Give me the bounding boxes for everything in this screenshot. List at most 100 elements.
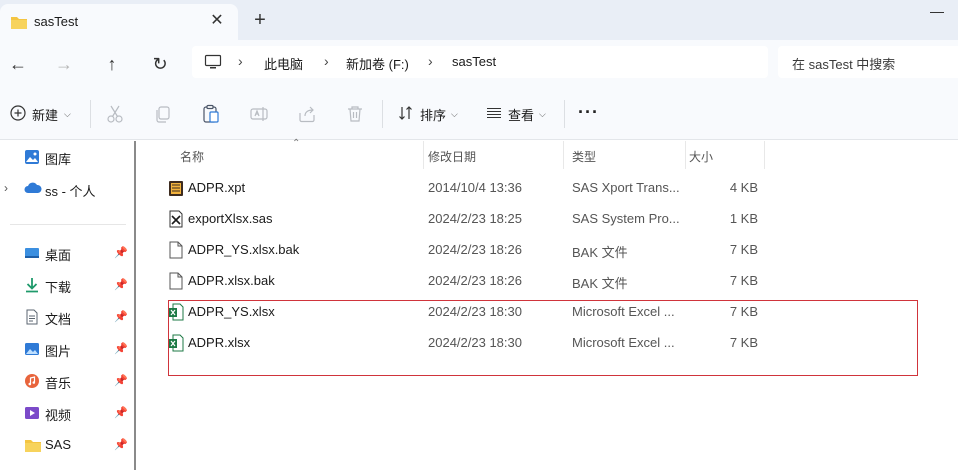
file-row[interactable]: ADPR_YS.xlsx.bak 2024/2/23 18:26 BAK 文件 … [148,234,958,265]
command-bar: 新建 ⌵ 排序 ⌵ 查看 ⌵ ··· [0,88,958,140]
file-type: SAS System Pro... [572,211,680,226]
file-size: 1 KB [729,211,758,226]
file-icon [168,241,184,259]
file-size: 4 KB [729,180,758,195]
new-tab-button[interactable]: + [250,10,270,30]
cut-icon[interactable] [104,103,126,125]
more-options-icon[interactable]: ··· [578,102,599,123]
file-date: 2024/2/23 18:25 [428,211,522,226]
column-header-label: 名称 [180,150,205,164]
sidebar-item-gallery[interactable]: 图库 [0,143,134,171]
file-row[interactable]: ADPR.xlsx.bak 2024/2/23 18:26 BAK 文件 7 K… [148,265,958,296]
tab-sastest[interactable]: sasTest ✕ [0,4,238,40]
copy-icon[interactable] [152,103,174,125]
file-type: BAK 文件 [572,245,628,260]
sidebar-item-label: SAS [45,437,72,452]
pin-icon[interactable]: 📌 [114,310,128,323]
file-date: 2024/2/23 18:26 [428,273,522,288]
file-size: 7 KB [729,242,758,257]
column-header-label: 大小 [689,150,714,164]
sidebar-item-music[interactable]: 音乐 📌 [0,367,134,395]
sidebar-item-label: 音乐 [45,376,72,391]
sas-program-icon [168,210,184,228]
column-header-name[interactable]: 名称 [170,141,424,169]
sidebar-scrollbar[interactable] [134,141,136,470]
sidebar-divider [10,224,126,225]
videos-icon [24,405,40,424]
rename-icon[interactable] [248,103,270,125]
pin-icon[interactable]: 📌 [114,374,128,387]
column-header-date[interactable]: 修改日期 [418,141,564,169]
sidebar-item-documents[interactable]: 文档 📌 [0,303,134,331]
pin-icon[interactable]: 📌 [114,246,128,259]
breadcrumb-drive-f[interactable]: 新加卷 (F:) [346,54,409,73]
sidebar-item-sas[interactable]: SAS 📌 [0,431,134,459]
pin-icon[interactable]: 📌 [114,278,128,291]
chevron-down-icon: ⌵ [64,108,71,119]
sidebar-item-desktop[interactable]: 桌面 📌 [0,239,134,267]
file-row[interactable]: exportXlsx.sas 2024/2/23 18:25 SAS Syste… [148,203,958,234]
search-placeholder: 在 sasTest 中搜索 [792,57,896,72]
navigation-pane: 图库 › ss - 个人 桌面 📌 下载 📌 文档 📌 图片 📌 音乐 📌 视频… [0,141,134,470]
pin-icon[interactable]: 📌 [114,342,128,355]
download-icon [24,277,40,296]
sidebar-item-pictures[interactable]: 图片 📌 [0,335,134,363]
up-arrow-icon[interactable]: ↑ [100,52,124,76]
address-bar[interactable]: › 此电脑 › 新加卷 (F:) › sasTest [192,46,768,78]
tab-strip: sasTest ✕ + [0,0,958,40]
pin-icon[interactable]: 📌 [114,438,128,451]
plus-circle-icon [10,104,26,124]
sidebar-item-label: ss - 个人 [45,184,96,199]
chevron-down-icon: ⌵ [451,108,458,119]
column-header-type[interactable]: 类型 [562,141,686,169]
sidebar-item-label: 图库 [45,152,72,167]
file-icon [168,272,184,290]
breadcrumb-sastest[interactable]: sasTest [452,54,496,69]
file-size: 7 KB [729,273,758,288]
file-name: exportXlsx.sas [188,211,273,226]
sort-label: 排序 [420,107,447,123]
view-label: 查看 [508,107,535,123]
refresh-icon[interactable]: ↻ [148,52,172,76]
documents-icon [24,309,40,328]
breadcrumb-this-pc[interactable]: 此电脑 [264,54,303,73]
close-tab-icon[interactable]: ✕ [208,12,226,30]
chevron-right-icon[interactable]: › [324,53,329,69]
file-date: 2024/2/23 18:26 [428,242,522,257]
chevron-right-icon[interactable]: › [428,53,433,69]
column-header-size[interactable]: 大小 [679,141,765,169]
chevron-right-icon[interactable]: › [4,181,8,195]
forward-arrow-icon[interactable]: → [52,52,76,76]
column-header-label: 类型 [572,150,597,164]
file-name: ADPR_YS.xlsx.bak [188,242,300,257]
sort-button[interactable]: 排序 ⌵ [398,102,458,126]
chevron-right-icon[interactable]: › [238,53,243,69]
onedrive-icon [24,181,42,198]
search-input[interactable]: 在 sasTest 中搜索 [778,46,958,78]
sidebar-item-label: 文档 [45,312,72,327]
pin-icon[interactable]: 📌 [114,406,128,419]
sidebar-item-label: 下载 [45,280,72,295]
desktop-icon [24,245,40,264]
sidebar-item-onedrive[interactable]: › ss - 个人 [0,175,134,203]
file-type: SAS Xport Trans... [572,180,680,195]
tab-title: sasTest [34,14,79,29]
chevron-down-icon: ⌵ [539,108,546,119]
new-button[interactable]: 新建 ⌵ [10,102,71,126]
share-icon[interactable] [296,103,318,125]
sidebar-item-videos[interactable]: 视频 📌 [0,399,134,427]
minimize-icon[interactable] [930,12,944,13]
paste-icon[interactable] [200,103,222,125]
sidebar-item-downloads[interactable]: 下载 📌 [0,271,134,299]
delete-icon[interactable] [344,103,366,125]
gallery-icon [24,149,40,168]
back-arrow-icon[interactable]: ← [6,52,30,76]
file-name: ADPR.xpt [188,180,246,195]
folder-icon [10,14,28,33]
file-row[interactable]: ADPR.xpt 2014/10/4 13:36 SAS Xport Trans… [148,172,958,203]
toolbar-divider [90,100,91,128]
view-list-icon [486,105,502,124]
view-button[interactable]: 查看 ⌵ [486,102,546,126]
this-pc-icon[interactable] [204,54,222,73]
music-icon [24,373,40,392]
